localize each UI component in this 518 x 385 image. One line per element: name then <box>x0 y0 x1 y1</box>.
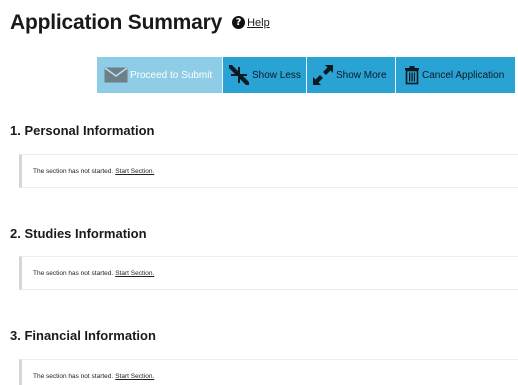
help-area[interactable]: ? Help <box>232 16 270 29</box>
section-status-text: The section has not started. <box>33 372 114 380</box>
section-heading-personal: 1. Personal Information <box>10 123 155 138</box>
trash-icon <box>405 66 419 85</box>
collapse-arrows-icon <box>229 65 249 85</box>
section-panel-personal: The section has not started. Start Secti… <box>19 154 518 188</box>
section-panel-financial: The section has not started. Start Secti… <box>19 359 518 385</box>
show-more-label: Show More <box>336 69 387 81</box>
start-section-link-studies[interactable]: Start Section. <box>115 270 154 277</box>
application-summary-page: Application Summary ? Help Proceed to Su… <box>0 0 518 385</box>
show-more-button[interactable]: Show More <box>307 57 396 93</box>
proceed-to-submit-button[interactable]: Proceed to Submit <box>97 57 223 93</box>
show-less-button[interactable]: Show Less <box>223 57 307 93</box>
cancel-application-label: Cancel Application <box>422 69 505 81</box>
section-panel-studies: The section has not started. Start Secti… <box>19 256 518 290</box>
section-heading-financial: 3. Financial Information <box>10 328 156 343</box>
show-less-label: Show Less <box>252 69 301 81</box>
start-section-link-personal[interactable]: Start Section. <box>115 168 154 175</box>
section-heading-studies: 2. Studies Information <box>10 226 147 241</box>
start-section-link-financial[interactable]: Start Section. <box>115 373 154 380</box>
help-link[interactable]: Help <box>247 17 270 29</box>
page-header: Application Summary ? Help <box>10 11 270 35</box>
cancel-application-button[interactable]: Cancel Application <box>396 57 515 93</box>
action-toolbar: Proceed to Submit Show Less Show More Ca… <box>97 57 515 93</box>
section-status-text: The section has not started. <box>33 269 114 277</box>
proceed-to-submit-label: Proceed to Submit <box>130 69 213 81</box>
page-title: Application Summary <box>10 11 223 34</box>
question-circle-icon[interactable]: ? <box>232 16 246 29</box>
expand-arrows-icon <box>313 65 333 85</box>
section-status-text: The section has not started. <box>33 167 114 175</box>
envelope-icon <box>104 67 128 83</box>
